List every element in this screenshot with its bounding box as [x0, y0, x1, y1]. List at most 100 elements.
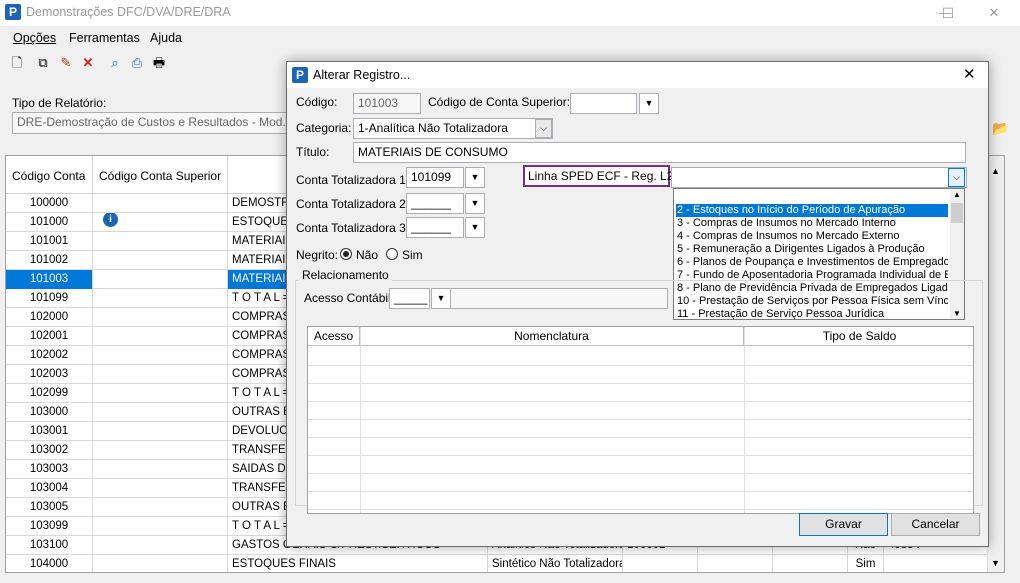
grid-cell-sup [93, 384, 228, 403]
grid-cell-sup [93, 555, 228, 572]
access-description-field [450, 288, 668, 309]
new-document-icon[interactable]: 🗋 [8, 54, 26, 72]
grid-cell-sup [93, 365, 228, 384]
tot1-field[interactable]: 101099 [406, 167, 464, 188]
subgrid-header-access[interactable]: Acesso [308, 327, 360, 346]
scroll-up-icon[interactable]: ▲ [991, 166, 1000, 176]
category-chevron-down-icon[interactable]: ⌵ [535, 119, 552, 138]
report-type-label: Tipo de Relatório: [12, 96, 107, 110]
superior-code-field[interactable] [570, 93, 637, 114]
search-icon[interactable]: ⌕ [106, 54, 124, 72]
grid-scrollbar[interactable]: ▲ ▼ [987, 156, 1004, 572]
relation-grid: Acesso Nomenclatura Tipo de Saldo [307, 326, 974, 514]
grid-cell-code: 101000 [6, 213, 93, 232]
cancel-button[interactable]: Cancelar [891, 513, 980, 536]
scroll-down-icon[interactable]: ▼ [991, 558, 1000, 568]
edit-record-dialog: P Alterar Registro... ✕ Código: 101003 C… [286, 61, 989, 547]
menu-ferramentas[interactable]: Ferramentas [69, 31, 140, 45]
list-scroll-thumb[interactable] [951, 203, 963, 223]
save-button[interactable]: Gravar [799, 513, 888, 536]
report-type-select[interactable]: DRE-Demostração de Custos e Resultados -… [12, 112, 292, 134]
sped-option[interactable]: 2 - Estoques no Início do Período de Apu… [676, 204, 948, 217]
category-select[interactable]: 1-Analítica Não Totalizadora [353, 118, 553, 139]
grid-cell-sup [93, 346, 228, 365]
tot3-dropdown-button[interactable]: ▼ [465, 217, 485, 238]
access-label: Acesso Contábil: [304, 291, 395, 305]
bold-yes-label: Sim [402, 248, 423, 262]
grid-cell-sup [93, 232, 228, 251]
dialog-logo-icon: P [292, 67, 308, 83]
grid-cell-code: 101002 [6, 251, 93, 270]
sped-option[interactable]: 6 - Planos de Poupança e Investimentos d… [676, 256, 948, 269]
grid-cell-code: 102001 [6, 327, 93, 346]
grid-cell-sup [93, 327, 228, 346]
title-field[interactable]: MATERIAIS DE CONSUMO [353, 142, 966, 163]
grid-cell-code: 103002 [6, 441, 93, 460]
list-scroll-up-icon[interactable]: ▲ [953, 190, 961, 199]
code-field[interactable]: 101003 [353, 93, 421, 114]
grid-cell-sup [93, 308, 228, 327]
grid-cell-code: 103000 [6, 403, 93, 422]
grid-cell-sup [93, 536, 228, 555]
bold-no-radio[interactable] [340, 248, 352, 260]
title-label: Título: [296, 145, 330, 159]
access-field[interactable]: _____ [389, 288, 430, 309]
grid-cell-code: 101001 [6, 232, 93, 251]
menu-ajuda[interactable]: Ajuda [150, 31, 182, 45]
col-header-superior[interactable]: Código Conta Superiori [93, 156, 228, 227]
sped-option[interactable]: 4 - Compras de Insumos no Mercado Extern… [676, 230, 948, 243]
print-icon[interactable]: 🖶 [150, 54, 168, 72]
sped-option[interactable]: 5 - Remuneração a Dirigentes Ligados à P… [676, 243, 948, 256]
grid-cell-sup [93, 441, 228, 460]
category-label: Categoria: [296, 121, 352, 135]
grid-cell-code: 103005 [6, 498, 93, 517]
col-header-code[interactable]: Código Conta [6, 156, 93, 194]
subgrid-header-nomenclature[interactable]: Nomenclatura [360, 327, 744, 346]
grid-cell-code: 104000 [6, 555, 93, 572]
relation-legend: Relacionamento [299, 268, 392, 282]
tot3-field[interactable]: ______ [406, 217, 464, 238]
open-folder-icon[interactable]: 📂 [992, 120, 1009, 136]
grid-cell-sup [93, 422, 228, 441]
col-header-superior-label: Código Conta Superior [99, 169, 222, 183]
grid-cell-sup [93, 498, 228, 517]
delete-icon[interactable]: ✕ [79, 54, 97, 72]
maximize-button[interactable]: ☐ [933, 3, 963, 23]
tot1-dropdown-button[interactable]: ▼ [465, 167, 485, 188]
dialog-close-icon[interactable]: ✕ [963, 65, 976, 83]
grid-cell-code: 101099 [6, 289, 93, 308]
grid-cell-e1 [698, 555, 773, 572]
grid-cell-desc: ESTOQUES FINAIS [228, 555, 488, 572]
sped-option[interactable]: 3 - Compras de Insumos no Mercado Intern… [676, 217, 948, 230]
grid-cell-sup [623, 555, 698, 572]
superior-dropdown-button[interactable]: ▼ [639, 93, 659, 114]
superior-code-label: Código de Conta Superior: [428, 95, 571, 109]
tot2-field[interactable]: ______ [406, 193, 464, 214]
grid-cell-last [884, 555, 988, 572]
copy-icon[interactable]: ⧉ [34, 54, 52, 72]
sped-option[interactable] [676, 191, 948, 204]
sped-chevron-down-icon[interactable]: ⌵ [948, 168, 965, 187]
grid-cell-code: 103004 [6, 479, 93, 498]
dialog-title: Alterar Registro... [313, 68, 411, 82]
subgrid-header-balance-type[interactable]: Tipo de Saldo [744, 327, 973, 346]
grid-cell-sup [93, 194, 228, 213]
menu-opcoes[interactable]: Opções [13, 31, 56, 45]
grid-cell-sup [93, 460, 228, 479]
tot2-label: Conta Totalizadora 2: [296, 197, 410, 211]
grid-cell-sup [93, 403, 228, 422]
grid-cell-e2 [773, 555, 848, 572]
sped-line-select[interactable] [671, 167, 967, 188]
edit-icon[interactable]: ✎ [57, 54, 75, 72]
bold-no-label: Não [356, 248, 379, 262]
bold-yes-radio[interactable] [386, 248, 398, 260]
access-dropdown-button[interactable]: ▼ [431, 288, 451, 309]
grid-cell-code: 103003 [6, 460, 93, 479]
grid-cell-code: 102003 [6, 365, 93, 384]
table-row[interactable]: 104000 ESTOQUES FINAIS Sintético Não Total… [6, 555, 1004, 572]
preview-icon[interactable]: ⎙ [128, 54, 146, 72]
window-title: Demonstrações DFC/DVA/DRE/DRA [26, 5, 231, 19]
tot2-dropdown-button[interactable]: ▼ [465, 193, 485, 214]
grid-cell-sup [93, 270, 228, 289]
close-window-button[interactable]: ✕ [979, 3, 1009, 23]
